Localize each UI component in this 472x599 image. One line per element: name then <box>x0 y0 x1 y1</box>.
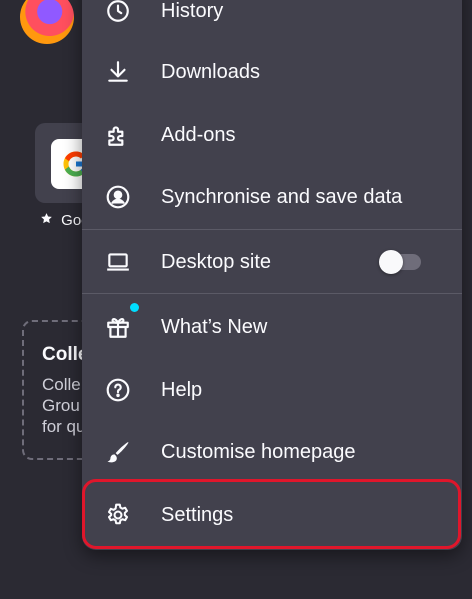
menu-item-addons[interactable]: Add-ons <box>82 104 462 166</box>
menu-item-downloads[interactable]: Downloads <box>82 41 462 103</box>
menu-label-whats-new: What’s New <box>161 315 268 338</box>
firefox-logo-icon <box>20 0 74 44</box>
menu-item-customise-homepage[interactable]: Customise homepage <box>82 421 462 483</box>
browser-homepage: Goo Colle Colle Grou for qu History Down… <box>0 0 472 599</box>
help-icon <box>104 376 132 404</box>
menu-divider <box>82 293 462 294</box>
toggle-thumb <box>379 250 403 274</box>
menu-label-help: Help <box>161 378 203 401</box>
browser-menu: History Downloads Add-ons Synchronise an… <box>82 0 462 550</box>
menu-divider <box>82 229 462 230</box>
menu-item-desktop-site[interactable]: Desktop site <box>82 231 462 293</box>
gift-icon <box>104 313 132 341</box>
new-badge-dot <box>130 303 139 312</box>
menu-label-downloads: Downloads <box>161 60 260 83</box>
puzzle-icon <box>104 121 132 149</box>
menu-label-desktop-site: Desktop site <box>161 250 272 273</box>
menu-label-sync: Synchronise and save data <box>161 185 403 208</box>
laptop-icon <box>104 248 132 276</box>
desktop-site-toggle[interactable] <box>379 250 423 274</box>
pin-icon <box>40 212 57 229</box>
menu-item-history[interactable]: History <box>82 0 462 42</box>
menu-label-addons: Add-ons <box>161 123 236 146</box>
brush-icon <box>104 438 132 466</box>
account-icon <box>104 183 132 211</box>
download-icon <box>104 58 132 86</box>
menu-item-sync[interactable]: Synchronise and save data <box>82 166 462 228</box>
gear-icon <box>104 501 132 529</box>
menu-label-history: History <box>161 0 224 22</box>
menu-item-settings[interactable]: Settings <box>82 484 462 546</box>
menu-item-help[interactable]: Help <box>82 359 462 421</box>
menu-item-whats-new[interactable]: What’s New <box>82 296 462 358</box>
menu-label-customise-homepage: Customise homepage <box>161 440 356 463</box>
history-icon <box>104 0 132 25</box>
menu-label-settings: Settings <box>161 503 234 526</box>
